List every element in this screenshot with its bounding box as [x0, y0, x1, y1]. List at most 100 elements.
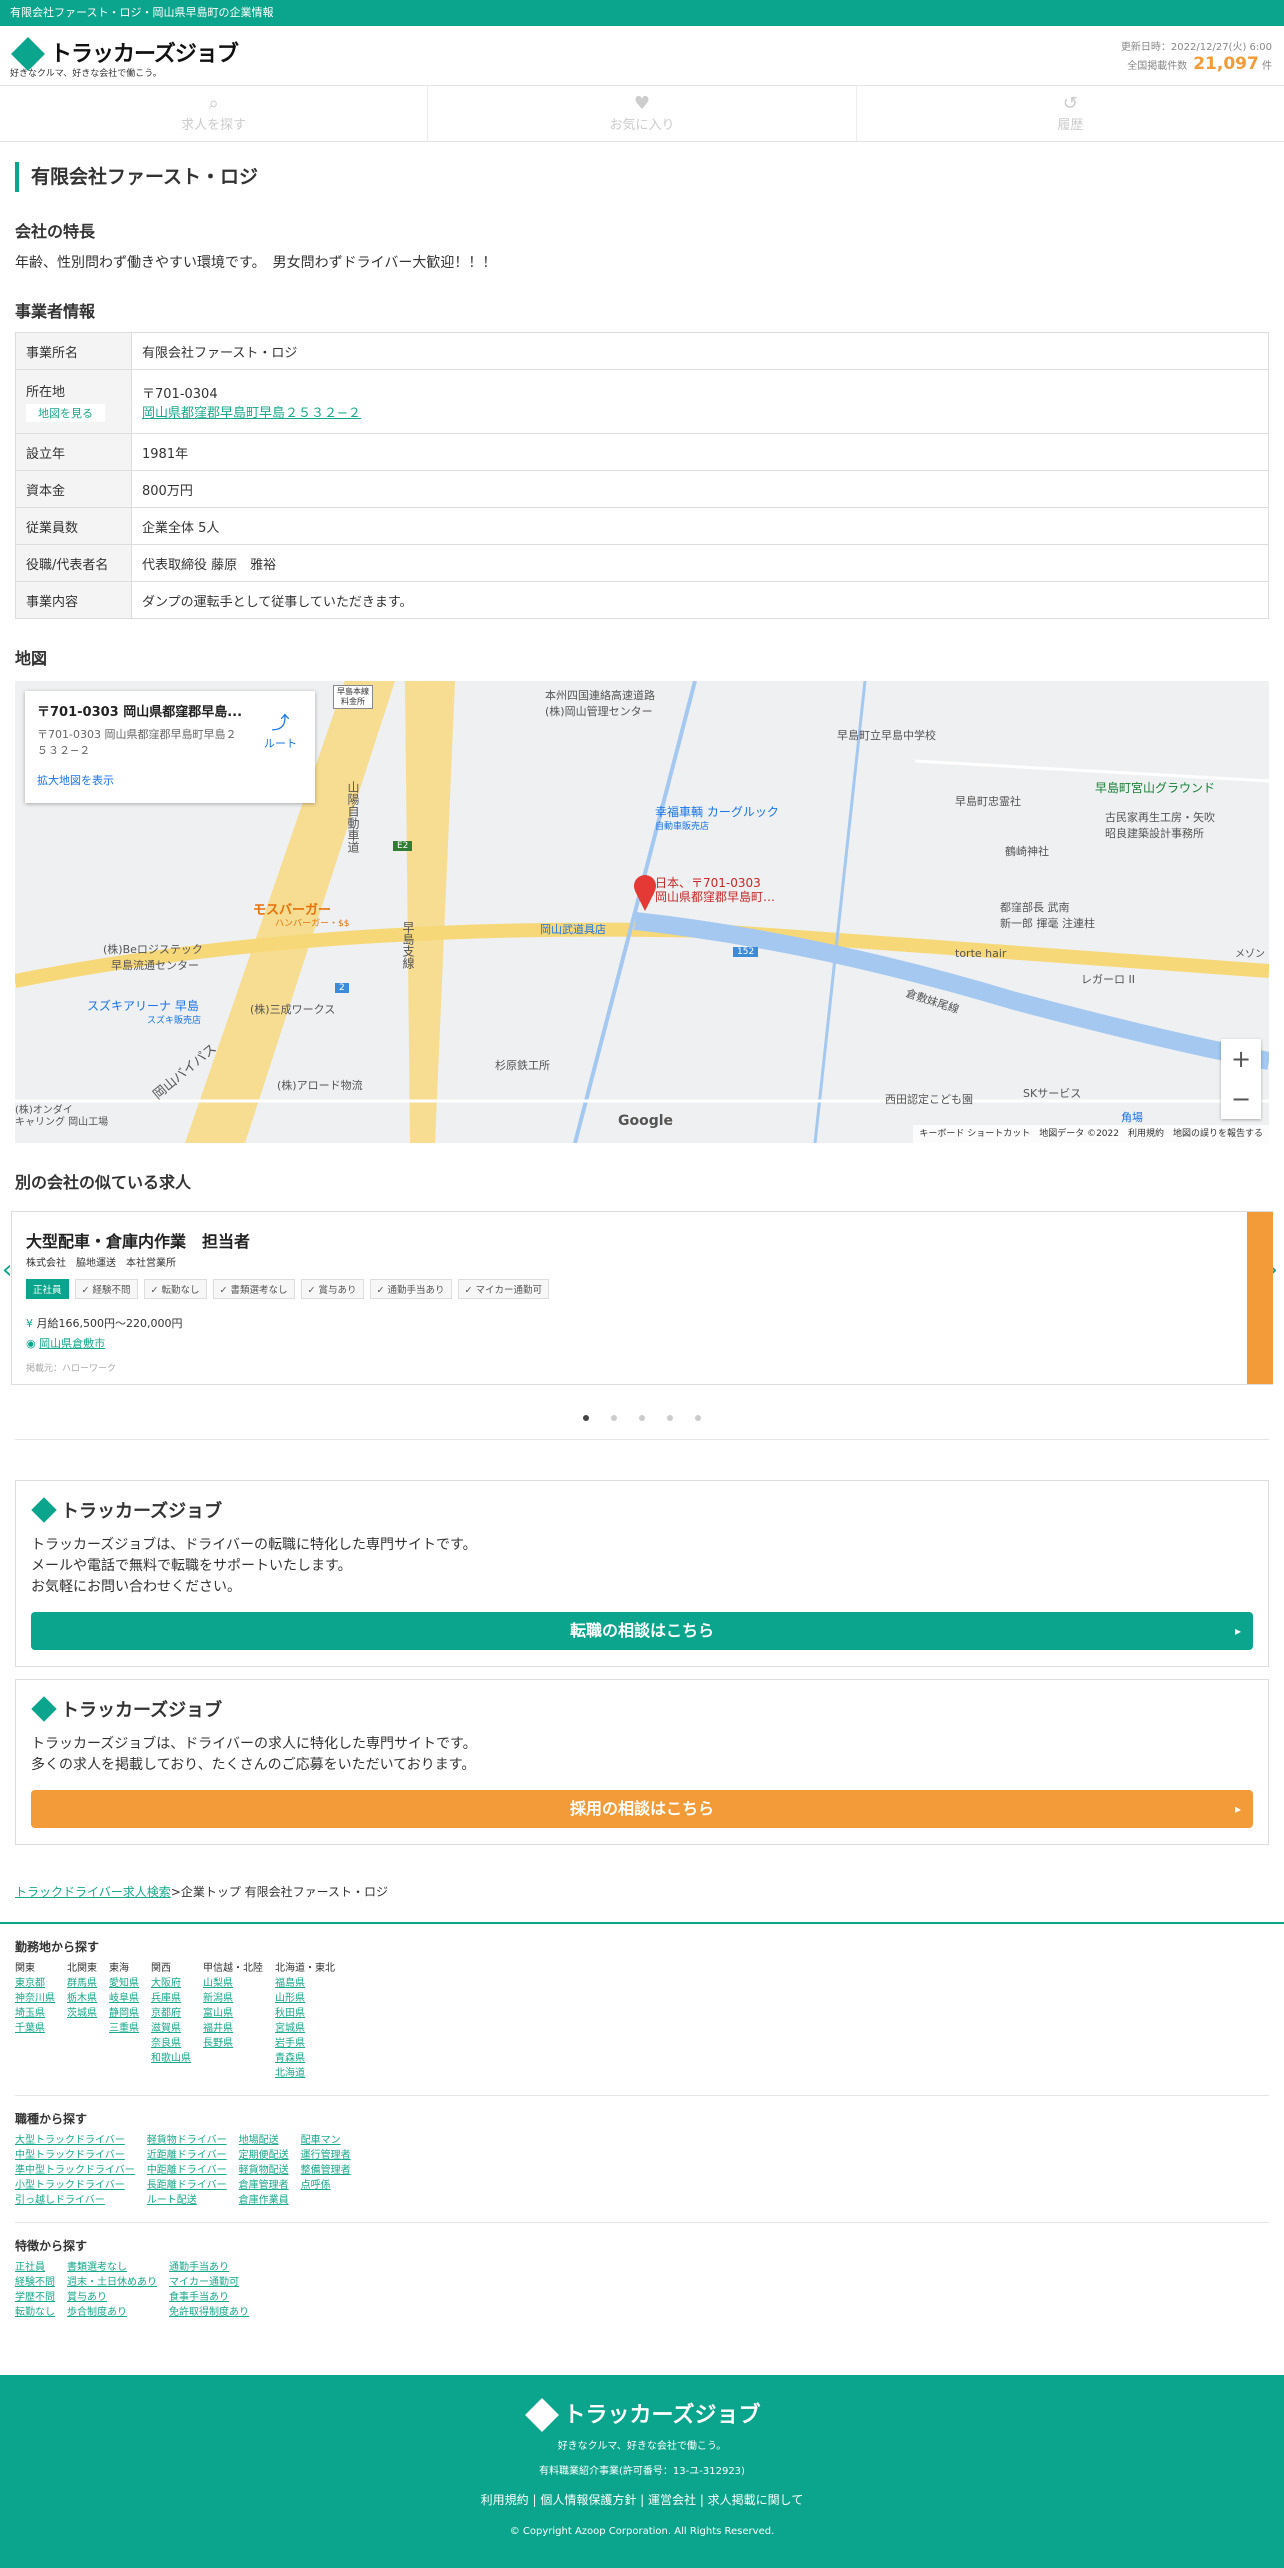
footer-links[interactable]: 利用規約 | 個人情報保護方針 | 運営会社 | 求人掲載に関して: [0, 2491, 1284, 2508]
footer-link[interactable]: 茨城県: [67, 2006, 97, 2021]
footer-link[interactable]: 賞与あり: [67, 2290, 157, 2305]
footer-link[interactable]: 軽貨物配送: [239, 2163, 289, 2178]
footer-link[interactable]: 滋賀県: [151, 2021, 191, 2036]
job-tag: 正社員: [26, 1279, 69, 1299]
carousel-dot[interactable]: [695, 1415, 701, 1421]
footer-link[interactable]: 愛知県: [109, 1976, 139, 1991]
footer-link[interactable]: 山形県: [275, 1991, 335, 2006]
recruit-consult-button[interactable]: 採用の相談はこちら: [31, 1790, 1253, 1828]
footer-link[interactable]: 宮城県: [275, 2021, 335, 2036]
similar-heading: 別の会社の似ている求人: [15, 1173, 192, 1192]
footer-link[interactable]: 富山県: [203, 2006, 263, 2021]
footer-link[interactable]: 東京都: [15, 1976, 55, 1991]
footer-link[interactable]: 栃木県: [67, 1991, 97, 2006]
footer-link[interactable]: 福井県: [203, 2021, 263, 2036]
footer-link[interactable]: 三重県: [109, 2021, 139, 2036]
footer-link[interactable]: 正社員: [15, 2260, 55, 2275]
footer-link[interactable]: 軽貨物ドライバー: [147, 2133, 227, 2148]
footer-link[interactable]: 群馬県: [67, 1976, 97, 1991]
footer-link[interactable]: 長野県: [203, 2036, 263, 2051]
carousel-dot[interactable]: [583, 1415, 589, 1421]
footer-link[interactable]: 近距離ドライバー: [147, 2148, 227, 2163]
address-link[interactable]: 岡山県都窪郡早島町早島２５３２−２: [142, 406, 361, 421]
footer-link[interactable]: 中型トラックドライバー: [15, 2148, 135, 2163]
route-button[interactable]: ⤴ ルート: [264, 709, 297, 751]
footer-link[interactable]: 定期便配送: [239, 2148, 289, 2163]
footer-link[interactable]: 書類選考なし: [67, 2260, 157, 2275]
pin-label-line2: 岡山県都窪郡早島町…: [655, 890, 776, 904]
job-card[interactable]: 大型配車・倉庫内作業 担当者 株式会社 脇地運送 本社営業所 正社員 ✓ 経験不…: [11, 1211, 1273, 1385]
carousel-dot[interactable]: [611, 1415, 617, 1421]
career-consult-button[interactable]: 転職の相談はこちら: [31, 1612, 1253, 1650]
footer-link[interactable]: 奈良県: [151, 2036, 191, 2051]
show-map-button[interactable]: 地図を見る: [26, 404, 105, 422]
footer-link[interactable]: 北海道: [275, 2066, 335, 2081]
footer-link[interactable]: 点呼係: [301, 2178, 351, 2193]
footer-link[interactable]: 転勤なし: [15, 2305, 55, 2320]
footer-link[interactable]: 京都府: [151, 2006, 191, 2021]
footer-link[interactable]: 運行管理者: [301, 2148, 351, 2163]
footer-link[interactable]: 山梨県: [203, 1976, 263, 1991]
job-tag: ✓ 書類選考なし: [212, 1279, 295, 1299]
footer-link[interactable]: 歩合制度あり: [67, 2305, 157, 2320]
footer-link[interactable]: ルート配送: [147, 2193, 227, 2208]
footer-link[interactable]: 免許取得制度あり: [169, 2305, 249, 2320]
promo-logo-text: トラッカーズジョブ: [61, 1700, 223, 1721]
feature-heading: 会社の特長: [15, 222, 96, 241]
footer-link[interactable]: 埼玉県: [15, 2006, 55, 2021]
footer-link[interactable]: 和歌山県: [151, 2051, 191, 2066]
footer-logo[interactable]: トラッカーズジョブ: [0, 2397, 1284, 2432]
footer-link[interactable]: 大阪府: [151, 1976, 191, 1991]
footer-link[interactable]: 岩手県: [275, 2036, 335, 2051]
footer-link[interactable]: 神奈川県: [15, 1991, 55, 2006]
map-label: 杉原鉄工所: [495, 1059, 550, 1072]
breadcrumb-home-link[interactable]: トラックドライバー求人検索: [15, 1885, 171, 1899]
enlarge-map-link[interactable]: 拡大地図を表示: [37, 772, 303, 788]
next-card-peek[interactable]: [1247, 1212, 1273, 1384]
footer-link[interactable]: 地場配送: [239, 2133, 289, 2148]
footer-job-columns: 大型トラックドライバー 中型トラックドライバー 準中型トラックドライバー 小型トラック…: [15, 2133, 1269, 2208]
footer-link[interactable]: マイカー通勤可: [169, 2275, 249, 2290]
history-icon: ↺: [1062, 93, 1078, 114]
footer-link[interactable]: 通勤手当あり: [169, 2260, 249, 2275]
footer-link[interactable]: 整備管理者: [301, 2163, 351, 2178]
footer-link[interactable]: 福島県: [275, 1976, 335, 1991]
nav-history[interactable]: ↺ 履歴: [857, 86, 1284, 141]
footer-link[interactable]: 青森県: [275, 2051, 335, 2066]
footer-link[interactable]: 岐阜県: [109, 1991, 139, 2006]
footer-link[interactable]: 週末・土日休めあり: [67, 2275, 157, 2290]
footer-link[interactable]: 倉庫作業員: [239, 2193, 289, 2208]
footer-link[interactable]: 静岡県: [109, 2006, 139, 2021]
footer-link[interactable]: 配車マン: [301, 2133, 351, 2148]
nav-favorite[interactable]: ♥ お気に入り: [428, 86, 857, 141]
footer-link[interactable]: 中距離ドライバー: [147, 2163, 227, 2178]
footer-link[interactable]: 小型トラックドライバー: [15, 2178, 135, 2193]
footer-column: 大型トラックドライバー 中型トラックドライバー 準中型トラックドライバー 小型トラック…: [15, 2133, 135, 2208]
site-logo[interactable]: トラッカーズジョブ: [10, 36, 239, 71]
nav-search[interactable]: ⌕ 求人を探す: [0, 86, 429, 141]
footer-link[interactable]: 新潟県: [203, 1991, 263, 2006]
zoom-in-button[interactable]: +: [1221, 1039, 1261, 1079]
footer-link[interactable]: 秋田県: [275, 2006, 335, 2021]
footer-link[interactable]: 学歴不問: [15, 2290, 55, 2305]
footer-link[interactable]: 準中型トラックドライバー: [15, 2163, 135, 2178]
carousel-dot[interactable]: [639, 1415, 645, 1421]
footer-column: 通勤手当あり マイカー通勤可 食事手当あり 免許取得制度あり: [169, 2260, 249, 2320]
footer-link[interactable]: 兵庫県: [151, 1991, 191, 2006]
map-footer[interactable]: キーボード ショートカット 地図データ ©2022 利用規約 地図の誤りを報告す…: [913, 1125, 1269, 1143]
footer-link[interactable]: 食事手当あり: [169, 2290, 249, 2305]
zoom-out-button[interactable]: −: [1221, 1079, 1261, 1119]
divider: [15, 1439, 1269, 1440]
footer-link[interactable]: 千葉県: [15, 2021, 55, 2036]
carousel-dot[interactable]: [667, 1415, 673, 1421]
footer-link[interactable]: 長距離ドライバー: [147, 2178, 227, 2193]
footer-link[interactable]: 倉庫管理者: [239, 2178, 289, 2193]
footer-link[interactable]: 大型トラックドライバー: [15, 2133, 135, 2148]
embedded-map[interactable]: 日本、〒701-0303 岡山県都窪郡早島町… 本州四国連絡高速道路 (株)岡山管…: [15, 681, 1269, 1143]
job-tag: ✓ 賞与あり: [300, 1279, 364, 1299]
nav-search-label: 求人を探す: [181, 118, 247, 133]
footer-link[interactable]: 経験不問: [15, 2275, 55, 2290]
job-location-link[interactable]: 岡山県倉敷市: [39, 1337, 105, 1350]
footer-link[interactable]: 引っ越しドライバー: [15, 2193, 135, 2208]
map-label-factory: (株)オンダイ キャリング 岡山工場: [15, 1105, 108, 1129]
